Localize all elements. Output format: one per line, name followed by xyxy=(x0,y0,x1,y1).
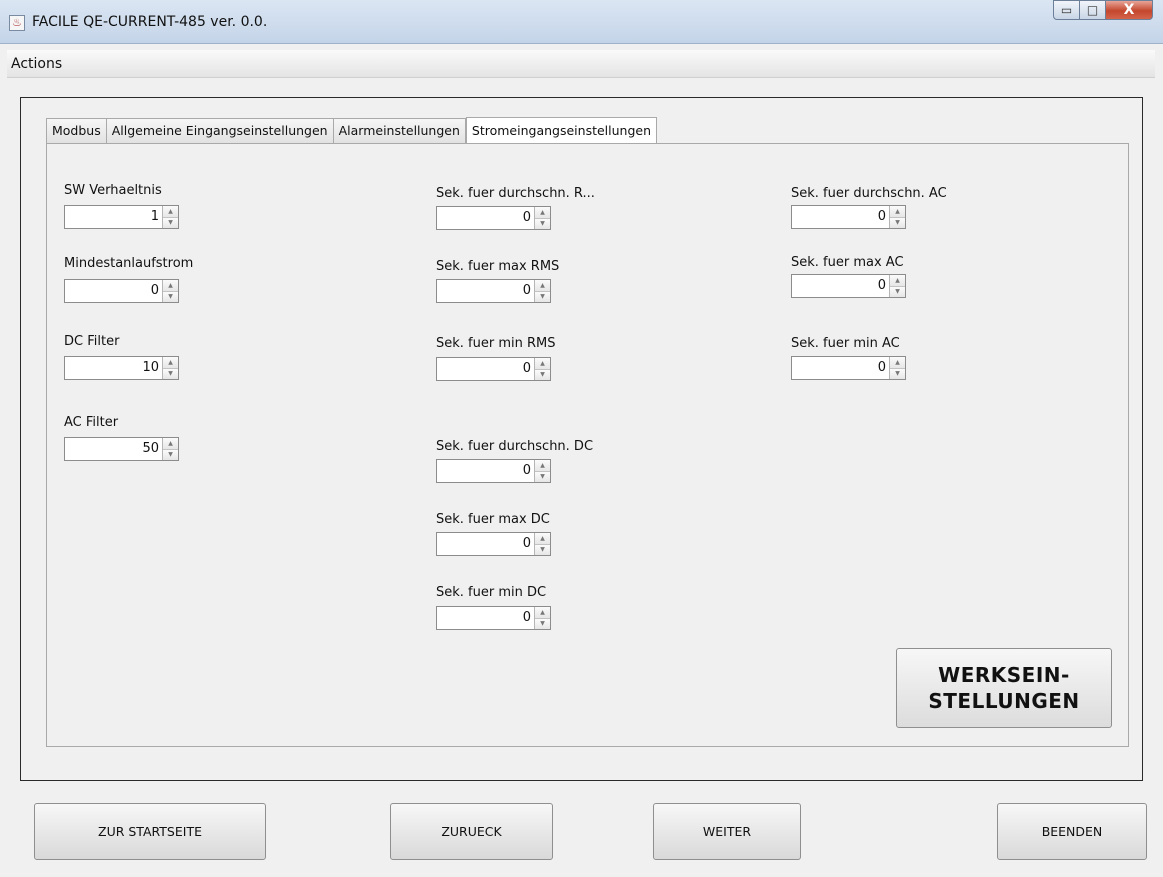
spinner-down-icon[interactable]: ▼ xyxy=(163,368,178,379)
tab-stromeingangseinstellungen[interactable]: Stromeingangseinstellungen xyxy=(465,117,658,144)
tab-modbus[interactable]: Modbus xyxy=(46,118,107,143)
spinner-up-icon[interactable]: ▲ xyxy=(163,357,178,369)
spinner-up-icon[interactable]: ▲ xyxy=(890,275,905,287)
sw-verhaeltnis-spinner[interactable]: 1 ▲ ▼ xyxy=(64,205,179,229)
sek-durchschn-dc-label: Sek. fuer durchschn. DC xyxy=(436,439,594,454)
exit-button[interactable]: BEENDEN xyxy=(997,803,1147,860)
exit-button-label: BEENDEN xyxy=(1041,824,1103,839)
back-button-label: ZURUECK xyxy=(441,824,502,839)
close-icon: X xyxy=(1123,2,1135,18)
tab-allgemeine-eingangseinstellungen[interactable]: Allgemeine Eingangseinstellungen xyxy=(106,118,334,143)
spinner-down-icon[interactable]: ▼ xyxy=(890,286,905,297)
minimize-icon: ▭ xyxy=(1060,3,1073,17)
spinner-up-icon[interactable]: ▲ xyxy=(163,206,178,218)
java-app-icon: ♨ xyxy=(9,15,25,31)
factory-settings-label-line2: STELLUNGEN xyxy=(928,689,1080,713)
mindestanlaufstrom-spinner[interactable]: 0 ▲ ▼ xyxy=(64,279,179,303)
close-button[interactable]: X xyxy=(1106,0,1153,20)
sek-max-ac-label: Sek. fuer max AC xyxy=(791,255,904,270)
spinner-up-icon[interactable]: ▲ xyxy=(535,607,550,619)
spinner-down-icon[interactable]: ▼ xyxy=(890,368,905,379)
dc-filter-value[interactable]: 10 xyxy=(65,357,162,379)
sek-min-ac-label: Sek. fuer min AC xyxy=(791,336,900,351)
ac-filter-value[interactable]: 50 xyxy=(65,438,162,460)
spinner-up-icon[interactable]: ▲ xyxy=(163,280,178,292)
sek-durchschn-ac-spinner[interactable]: 0 ▲ ▼ xyxy=(791,205,906,229)
menu-actions[interactable]: Actions xyxy=(11,56,62,72)
sek-durchschn-ac-label: Sek. fuer durchschn. AC xyxy=(791,186,947,201)
spinner-down-icon[interactable]: ▼ xyxy=(890,217,905,228)
spinner-down-icon[interactable]: ▼ xyxy=(535,291,550,302)
sek-durchschn-ac-value[interactable]: 0 xyxy=(792,206,889,228)
sek-durchschn-dc-value[interactable]: 0 xyxy=(437,460,534,482)
sek-durchschn-r-spinner[interactable]: 0 ▲ ▼ xyxy=(436,206,551,230)
sek-durchschn-r-value[interactable]: 0 xyxy=(437,207,534,229)
spinner-up-icon[interactable]: ▲ xyxy=(535,207,550,219)
next-button-label: WEITER xyxy=(702,824,752,839)
sw-verhaeltnis-value[interactable]: 1 xyxy=(65,206,162,228)
spinner-down-icon[interactable]: ▼ xyxy=(163,217,178,228)
sek-min-rms-value[interactable]: 0 xyxy=(437,358,534,380)
spinner-down-icon[interactable]: ▼ xyxy=(163,449,178,460)
next-button[interactable]: WEITER xyxy=(653,803,801,860)
sek-min-dc-value[interactable]: 0 xyxy=(437,607,534,629)
sek-max-dc-label: Sek. fuer max DC xyxy=(436,512,550,527)
tab-alarmeinstellungen[interactable]: Alarmeinstellungen xyxy=(333,118,466,143)
spinner-up-icon[interactable]: ▲ xyxy=(890,206,905,218)
ac-filter-spinner[interactable]: 50 ▲ ▼ xyxy=(64,437,179,461)
sek-min-dc-spinner[interactable]: 0 ▲ ▼ xyxy=(436,606,551,630)
sw-verhaeltnis-label: SW Verhaeltnis xyxy=(64,183,162,198)
sek-min-ac-spinner[interactable]: 0 ▲ ▼ xyxy=(791,356,906,380)
spinner-up-icon[interactable]: ▲ xyxy=(890,357,905,369)
sek-max-ac-value[interactable]: 0 xyxy=(792,275,889,297)
sek-min-rms-spinner[interactable]: 0 ▲ ▼ xyxy=(436,357,551,381)
spinner-down-icon[interactable]: ▼ xyxy=(535,218,550,229)
sek-max-rms-value[interactable]: 0 xyxy=(437,280,534,302)
dc-filter-spinner[interactable]: 10 ▲ ▼ xyxy=(64,356,179,380)
sek-min-dc-label: Sek. fuer min DC xyxy=(436,585,547,600)
window-controls: ▭ □ X xyxy=(1053,0,1153,20)
window-title: FACILE QE-CURRENT-485 ver. 0.0. xyxy=(32,14,268,30)
spinner-down-icon[interactable]: ▼ xyxy=(163,291,178,302)
sek-max-rms-spinner[interactable]: 0 ▲ ▼ xyxy=(436,279,551,303)
spinner-up-icon[interactable]: ▲ xyxy=(535,280,550,292)
tab-bar: Modbus Allgemeine Eingangseinstellungen … xyxy=(46,116,658,144)
minimize-button[interactable]: ▭ xyxy=(1053,0,1080,20)
spinner-up-icon[interactable]: ▲ xyxy=(535,533,550,545)
start-page-button[interactable]: ZUR STARTSEITE xyxy=(34,803,266,860)
start-page-button-label: ZUR STARTSEITE xyxy=(98,824,202,839)
sek-max-ac-spinner[interactable]: 0 ▲ ▼ xyxy=(791,274,906,298)
spinner-down-icon[interactable]: ▼ xyxy=(535,471,550,482)
sek-max-dc-value[interactable]: 0 xyxy=(437,533,534,555)
sek-min-ac-value[interactable]: 0 xyxy=(792,357,889,379)
maximize-icon: □ xyxy=(1086,3,1099,17)
ac-filter-label: AC Filter xyxy=(64,415,119,430)
mindestanlaufstrom-value[interactable]: 0 xyxy=(65,280,162,302)
sek-durchschn-dc-spinner[interactable]: 0 ▲ ▼ xyxy=(436,459,551,483)
factory-settings-button[interactable]: WERKSEIN- STELLUNGEN xyxy=(896,648,1112,728)
sek-min-rms-label: Sek. fuer min RMS xyxy=(436,336,556,351)
spinner-down-icon[interactable]: ▼ xyxy=(535,544,550,555)
spinner-up-icon[interactable]: ▲ xyxy=(163,438,178,450)
dc-filter-label: DC Filter xyxy=(64,334,120,349)
sek-durchschn-r-label: Sek. fuer durchschn. R... xyxy=(436,186,595,201)
maximize-button[interactable]: □ xyxy=(1080,0,1106,20)
spinner-down-icon[interactable]: ▼ xyxy=(535,369,550,380)
spinner-up-icon[interactable]: ▲ xyxy=(535,460,550,472)
menu-bar: Actions xyxy=(7,50,1155,78)
spinner-up-icon[interactable]: ▲ xyxy=(535,358,550,370)
sek-max-rms-label: Sek. fuer max RMS xyxy=(436,259,560,274)
sek-max-dc-spinner[interactable]: 0 ▲ ▼ xyxy=(436,532,551,556)
title-bar: ♨ FACILE QE-CURRENT-485 ver. 0.0. ▭ □ X xyxy=(0,0,1163,44)
back-button[interactable]: ZURUECK xyxy=(390,803,553,860)
mindestanlaufstrom-label: Mindestanlaufstrom xyxy=(64,256,194,271)
spinner-down-icon[interactable]: ▼ xyxy=(535,618,550,629)
factory-settings-label-line1: WERKSEIN- xyxy=(938,663,1070,687)
